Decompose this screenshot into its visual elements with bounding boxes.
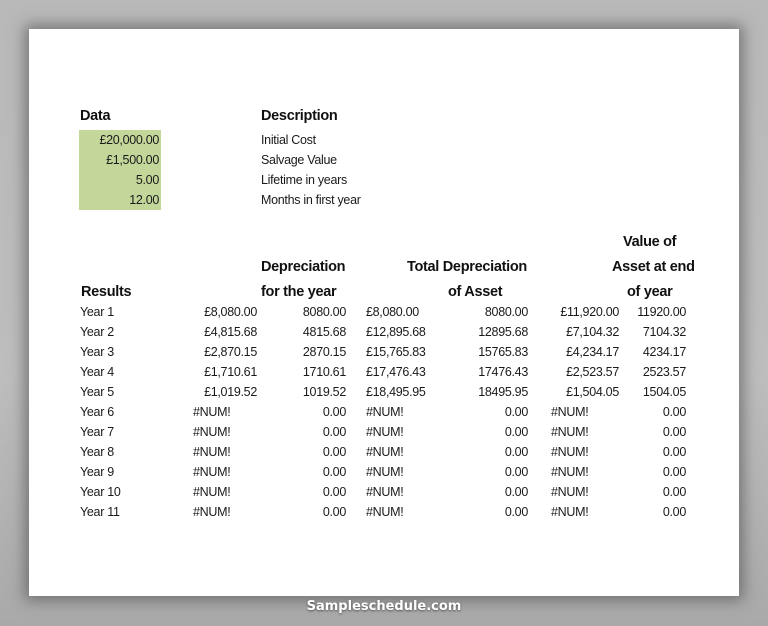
asset-value-cell[interactable]: 0.00 <box>619 402 686 422</box>
total-depreciation-formatted-cell[interactable]: #NUM! <box>366 482 404 502</box>
depreciation-formatted-cell[interactable]: £8,080.00 <box>169 302 257 322</box>
asset-value-cell[interactable]: 7104.32 <box>619 322 686 342</box>
total-depreciation-value-cell[interactable]: 15765.83 <box>449 342 528 362</box>
total-depreciation-formatted-cell[interactable]: #NUM! <box>366 442 404 462</box>
asset-value-formatted-cell[interactable]: #NUM! <box>551 462 589 482</box>
total-depreciation-formatted-cell[interactable]: #NUM! <box>366 422 404 442</box>
year-label-cell[interactable]: Year 5 <box>80 382 114 402</box>
asset-value-formatted-cell[interactable]: £1,504.05 <box>529 382 619 402</box>
asset-value-formatted-cell[interactable]: #NUM! <box>551 502 589 522</box>
asset-value-formatted-cell[interactable]: #NUM! <box>551 402 589 422</box>
depreciation-value-cell[interactable]: 8080.00 <box>269 302 346 322</box>
asset-value-formatted-cell[interactable]: £7,104.32 <box>529 322 619 342</box>
input-value-cell[interactable]: 12.00 <box>79 190 159 210</box>
total-depreciation-formatted-cell[interactable]: £12,895.68 <box>366 322 426 342</box>
asset-value-cell[interactable]: 1504.05 <box>619 382 686 402</box>
input-value-cell[interactable]: £1,500.00 <box>79 150 159 170</box>
input-value-cell[interactable]: 5.00 <box>79 170 159 190</box>
year-label-cell[interactable]: Year 7 <box>80 422 114 442</box>
asset-value-formatted-cell[interactable]: £4,234.17 <box>529 342 619 362</box>
total-depreciation-value-cell[interactable]: 0.00 <box>449 502 528 522</box>
depreciation-value-cell[interactable]: 0.00 <box>269 402 346 422</box>
depreciation-value-cell[interactable]: 1019.52 <box>269 382 346 402</box>
total-depreciation-header-line2: of Asset <box>448 284 503 300</box>
depreciation-value-cell[interactable]: 0.00 <box>269 442 346 462</box>
year-label-cell[interactable]: Year 4 <box>80 362 114 382</box>
input-description-cell: Initial Cost <box>261 133 316 147</box>
year-label-cell[interactable]: Year 3 <box>80 342 114 362</box>
asset-value-formatted-cell[interactable]: #NUM! <box>551 442 589 462</box>
depreciation-formatted-cell[interactable]: £2,870.15 <box>169 342 257 362</box>
asset-value-cell[interactable]: 0.00 <box>619 502 686 522</box>
depreciation-formatted-cell[interactable]: £1,710.61 <box>169 362 257 382</box>
total-depreciation-value-cell[interactable]: 8080.00 <box>449 302 528 322</box>
asset-value-cell[interactable]: 2523.57 <box>619 362 686 382</box>
results-header: Results <box>81 284 132 300</box>
total-depreciation-formatted-cell[interactable]: £8,080.00 <box>366 302 419 322</box>
depreciation-formatted-cell[interactable]: £1,019.52 <box>169 382 257 402</box>
depreciation-value-cell[interactable]: 0.00 <box>269 502 346 522</box>
total-depreciation-formatted-cell[interactable]: #NUM! <box>366 462 404 482</box>
depreciation-header-line2: for the year <box>261 284 337 300</box>
depreciation-formatted-cell[interactable]: #NUM! <box>193 422 231 442</box>
asset-value-cell[interactable]: 0.00 <box>619 442 686 462</box>
year-label-cell[interactable]: Year 9 <box>80 462 114 482</box>
depreciation-formatted-cell[interactable]: #NUM! <box>193 442 231 462</box>
description-header: Description <box>261 108 338 124</box>
total-depreciation-value-cell[interactable]: 0.00 <box>449 482 528 502</box>
asset-value-header-line3: of year <box>627 284 673 300</box>
spreadsheet-page: Data Description £20,000.00 Initial Cost £… <box>29 29 739 596</box>
total-depreciation-value-cell[interactable]: 12895.68 <box>449 322 528 342</box>
year-label-cell[interactable]: Year 11 <box>80 502 120 522</box>
asset-value-formatted-cell[interactable]: £2,523.57 <box>529 362 619 382</box>
depreciation-formatted-cell[interactable]: £4,815.68 <box>169 322 257 342</box>
asset-value-cell[interactable]: 0.00 <box>619 422 686 442</box>
watermark: Sampleschedule.com <box>306 599 462 614</box>
input-description-cell: Salvage Value <box>261 153 337 167</box>
year-label-cell[interactable]: Year 10 <box>80 482 121 502</box>
depreciation-value-cell[interactable]: 4815.68 <box>269 322 346 342</box>
total-depreciation-formatted-cell[interactable]: #NUM! <box>366 402 404 422</box>
depreciation-value-cell[interactable]: 0.00 <box>269 462 346 482</box>
year-label-cell[interactable]: Year 6 <box>80 402 114 422</box>
data-header: Data <box>80 108 111 124</box>
asset-value-cell[interactable]: 0.00 <box>619 462 686 482</box>
asset-value-cell[interactable]: 0.00 <box>619 482 686 502</box>
total-depreciation-value-cell[interactable]: 0.00 <box>449 442 528 462</box>
depreciation-value-cell[interactable]: 2870.15 <box>269 342 346 362</box>
depreciation-formatted-cell[interactable]: #NUM! <box>193 402 231 422</box>
asset-value-header-line1: Value of <box>623 234 677 250</box>
total-depreciation-formatted-cell[interactable]: £15,765.83 <box>366 342 426 362</box>
total-depreciation-value-cell[interactable]: 0.00 <box>449 462 528 482</box>
depreciation-value-cell[interactable]: 1710.61 <box>269 362 346 382</box>
total-depreciation-formatted-cell[interactable]: £17,476.43 <box>366 362 426 382</box>
asset-value-header-line2: Asset at end <box>612 259 695 275</box>
depreciation-formatted-cell[interactable]: #NUM! <box>193 482 231 502</box>
total-depreciation-formatted-cell[interactable]: £18,495.95 <box>366 382 426 402</box>
depreciation-value-cell[interactable]: 0.00 <box>269 422 346 442</box>
year-label-cell[interactable]: Year 1 <box>80 302 114 322</box>
total-depreciation-value-cell[interactable]: 0.00 <box>449 402 528 422</box>
total-depreciation-value-cell[interactable]: 18495.95 <box>449 382 528 402</box>
asset-value-cell[interactable]: 4234.17 <box>619 342 686 362</box>
total-depreciation-header-line1: Total Depreciation <box>406 259 527 275</box>
depreciation-header-line1: Depreciation <box>261 259 346 275</box>
asset-value-cell[interactable]: 11920.00 <box>619 302 686 322</box>
depreciation-formatted-cell[interactable]: #NUM! <box>193 462 231 482</box>
asset-value-formatted-cell[interactable]: #NUM! <box>551 482 589 502</box>
input-description-cell: Lifetime in years <box>261 173 347 187</box>
depreciation-formatted-cell[interactable]: #NUM! <box>193 502 231 522</box>
year-label-cell[interactable]: Year 8 <box>80 442 114 462</box>
input-value-cell[interactable]: £20,000.00 <box>79 130 159 150</box>
total-depreciation-value-cell[interactable]: 17476.43 <box>449 362 528 382</box>
total-depreciation-value-cell[interactable]: 0.00 <box>449 422 528 442</box>
asset-value-formatted-cell[interactable]: #NUM! <box>551 422 589 442</box>
depreciation-value-cell[interactable]: 0.00 <box>269 482 346 502</box>
year-label-cell[interactable]: Year 2 <box>80 322 114 342</box>
asset-value-formatted-cell[interactable]: £11,920.00 <box>529 302 619 322</box>
input-description-cell: Months in first year <box>261 193 361 207</box>
total-depreciation-formatted-cell[interactable]: #NUM! <box>366 502 404 522</box>
